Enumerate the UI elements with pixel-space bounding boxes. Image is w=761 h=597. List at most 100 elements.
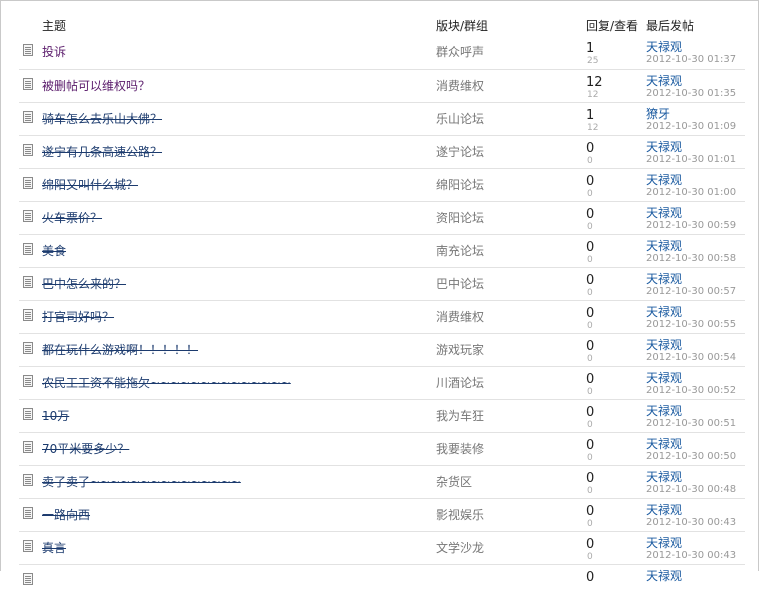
table-row: 0 天禄观 — [19, 564, 745, 597]
table-row: 火车票价？ 资阳论坛 0 0 天禄观 2012-10-30 00:59 — [19, 201, 745, 234]
table-row: 被删帖可以维权吗？ 消费维权 12 12 天禄观 2012-10-30 01:35 — [19, 69, 745, 102]
view-count: 0 — [587, 387, 593, 397]
forum-link[interactable]: 影视娱乐 — [436, 506, 484, 523]
reply-count: 0 — [586, 570, 595, 585]
topic-title-link[interactable]: 10万 — [42, 407, 69, 424]
reply-count: 0 — [586, 405, 595, 420]
view-count: 0 — [587, 189, 593, 199]
document-icon — [23, 342, 33, 354]
forum-link[interactable]: 南充论坛 — [436, 242, 484, 259]
topic-title-link[interactable]: 投诉 — [42, 43, 66, 60]
document-icon — [23, 276, 33, 288]
table-row: 70平米要多少？ 我要装修 0 0 天禄观 2012-10-30 00:50 — [19, 432, 745, 465]
last-post-time: 2012-10-30 01:00 — [646, 187, 737, 198]
table-row: 真言 文学沙龙 0 0 天禄观 2012-10-30 00:43 — [19, 531, 745, 564]
forum-link[interactable]: 消费维权 — [436, 77, 484, 94]
topic-title-link[interactable]: 卖了卖了~~~~~~~~~~~~~~~ — [42, 473, 241, 490]
forum-link[interactable]: 我为车狂 — [436, 407, 484, 424]
last-post-author-link[interactable]: 天禄观 — [646, 435, 682, 452]
last-post-author-link[interactable]: 天禄观 — [646, 534, 682, 551]
reply-count: 0 — [586, 141, 595, 156]
topic-title-link[interactable]: 绵阳又叫什么城？ — [42, 176, 138, 193]
last-post-author-link[interactable]: 天禄观 — [646, 138, 682, 155]
last-post-author-link[interactable]: 天禄观 — [646, 402, 682, 419]
last-post-time: 2012-10-30 00:51 — [646, 418, 737, 429]
last-post-author-link[interactable]: 天禄观 — [646, 237, 682, 254]
forum-link[interactable]: 巴中论坛 — [436, 275, 484, 292]
table-row: 都在玩什么游戏啊！！！！！ 游戏玩家 0 0 天禄观 2012-10-30 00:54 — [19, 333, 745, 366]
reply-count: 0 — [586, 273, 595, 288]
document-icon — [23, 375, 33, 387]
view-count: 25 — [587, 56, 599, 66]
table-row: 骑车怎么去乐山大佛？ 乐山论坛 1 12 獠牙 2012-10-30 01:09 — [19, 102, 745, 135]
last-post-author-link[interactable]: 天禄观 — [646, 204, 682, 221]
topic-title-link[interactable]: 都在玩什么游戏啊！！！！！ — [42, 341, 198, 358]
view-count: 0 — [587, 156, 593, 166]
last-post-time: 2012-10-30 00:43 — [646, 550, 737, 561]
last-post-time: 2012-10-30 00:59 — [646, 220, 737, 231]
view-count: 0 — [587, 552, 593, 562]
topic-title-link[interactable]: 美食 — [42, 242, 66, 259]
document-icon — [23, 474, 33, 486]
topic-title-link[interactable]: 遂宁有几条高速公路？ — [42, 143, 162, 160]
forum-link[interactable]: 游戏玩家 — [436, 341, 484, 358]
last-post-author-link[interactable]: 天禄观 — [646, 38, 682, 55]
topic-title-link[interactable]: 一路向西 — [42, 506, 90, 523]
header-replies-views: 回复/查看 — [586, 19, 639, 33]
topic-title-link[interactable]: 被删帖可以维权吗？ — [42, 77, 150, 94]
forum-link[interactable]: 资阳论坛 — [436, 209, 484, 226]
header-last-post: 最后发帖 — [646, 19, 695, 33]
header-topic: 主题 — [42, 19, 67, 33]
last-post-author-link[interactable]: 天禄观 — [646, 303, 682, 320]
forum-link[interactable]: 杂货区 — [436, 473, 472, 490]
table-row: 10万 我为车狂 0 0 天禄观 2012-10-30 00:51 — [19, 399, 745, 432]
forum-link[interactable]: 乐山论坛 — [436, 110, 484, 127]
topic-title-link[interactable]: 70平米要多少？ — [42, 440, 129, 457]
document-icon — [23, 177, 33, 189]
last-post-author-link[interactable]: 天禄观 — [646, 270, 682, 287]
view-count: 0 — [587, 486, 593, 496]
forum-link[interactable]: 消费维权 — [436, 308, 484, 325]
topic-title-link[interactable]: 农民工工资不能拖欠~~~~~~~~~~~~~~ — [42, 374, 291, 391]
last-post-time: 2012-10-30 00:50 — [646, 451, 737, 462]
reply-count: 0 — [586, 372, 595, 387]
topic-title-link[interactable]: 巴中怎么来的？ — [42, 275, 126, 292]
document-icon — [23, 111, 33, 123]
reply-count: 0 — [586, 537, 595, 552]
forum-link[interactable]: 文学沙龙 — [436, 539, 484, 556]
topic-title-link[interactable]: 骑车怎么去乐山大佛？ — [42, 110, 162, 127]
view-count: 0 — [587, 519, 593, 529]
table-row: 农民工工资不能拖欠~~~~~~~~~~~~~~ 川酒论坛 0 0 天禄观 2012-10-… — [19, 366, 745, 399]
view-count: 0 — [587, 354, 593, 364]
table-row: 打官司好吗？ 消费维权 0 0 天禄观 2012-10-30 00:55 — [19, 300, 745, 333]
forum-link[interactable]: 群众呼声 — [436, 43, 484, 60]
document-icon — [23, 540, 33, 552]
reply-count: 0 — [586, 471, 595, 486]
reply-count: 0 — [586, 240, 595, 255]
last-post-author-link[interactable]: 天禄观 — [646, 501, 682, 518]
last-post-author-link[interactable]: 天禄观 — [646, 567, 682, 584]
reply-count: 0 — [586, 306, 595, 321]
last-post-time: 2012-10-30 01:37 — [646, 54, 737, 65]
topic-title-link[interactable]: 打官司好吗？ — [42, 308, 114, 325]
forum-link[interactable]: 川酒论坛 — [436, 374, 484, 391]
topic-title-link[interactable]: 真言 — [42, 539, 66, 556]
forum-link[interactable]: 绵阳论坛 — [436, 176, 484, 193]
document-icon — [23, 78, 33, 90]
last-post-author-link[interactable]: 天禄观 — [646, 171, 682, 188]
last-post-author-link[interactable]: 天禄观 — [646, 369, 682, 386]
document-icon — [23, 44, 33, 56]
table-row: 遂宁有几条高速公路？ 遂宁论坛 0 0 天禄观 2012-10-30 01:01 — [19, 135, 745, 168]
document-icon — [23, 507, 33, 519]
forum-link[interactable]: 遂宁论坛 — [436, 143, 484, 160]
table-row: 巴中怎么来的？ 巴中论坛 0 0 天禄观 2012-10-30 00:57 — [19, 267, 745, 300]
table-row: 一路向西 影视娱乐 0 0 天禄观 2012-10-30 00:43 — [19, 498, 745, 531]
forum-link[interactable]: 我要装修 — [436, 440, 484, 457]
last-post-author-link[interactable]: 天禄观 — [646, 468, 682, 485]
document-icon — [23, 144, 33, 156]
topic-title-link[interactable]: 火车票价？ — [42, 209, 102, 226]
last-post-author-link[interactable]: 天禄观 — [646, 336, 682, 353]
last-post-author-link[interactable]: 天禄观 — [646, 72, 682, 89]
last-post-time: 2012-10-30 01:35 — [646, 88, 737, 99]
last-post-author-link[interactable]: 獠牙 — [646, 105, 670, 122]
